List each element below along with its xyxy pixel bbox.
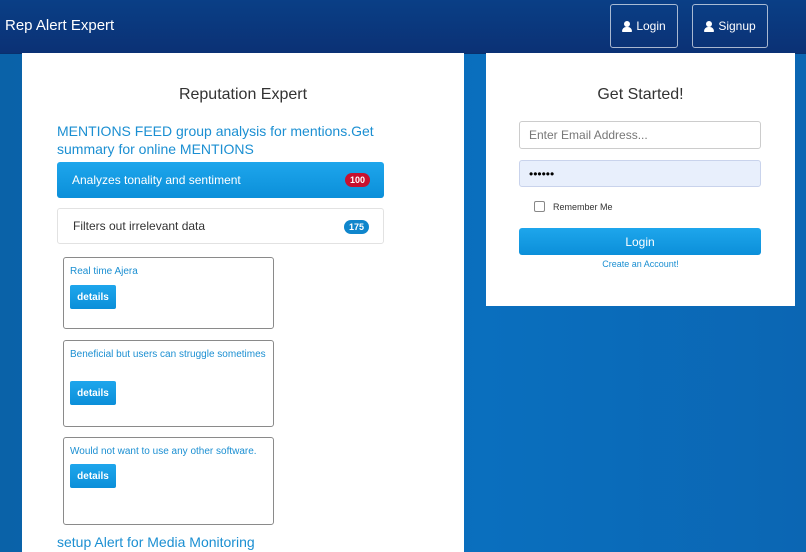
email-input[interactable] [519,121,761,149]
details-button[interactable]: details [70,381,116,405]
remember-checkbox[interactable] [534,201,545,212]
review-card: Would not want to use any other software… [63,437,274,525]
password-input[interactable] [519,160,761,187]
nav-signup-label: Signup [718,19,756,33]
count-badge: 100 [344,173,370,187]
remember-label: Remember Me [553,201,613,212]
remember-me[interactable]: Remember Me [534,201,613,212]
review-card: Beneficial but users can struggle someti… [63,340,274,427]
nav-login-label: Login [636,19,666,33]
feature-item-filters[interactable]: Filters out irrelevant data 175 [57,208,384,244]
user-icon [704,20,715,32]
reputation-panel: Reputation Expert MENTIONS FEED group an… [22,53,464,552]
panel-title: Reputation Expert [178,86,308,103]
nav-login-button[interactable]: Login [610,4,678,48]
brand-title[interactable]: Rep Alert Expert [5,17,114,34]
review-text: Beneficial but users can struggle someti… [70,349,266,360]
review-card: Real time Ajera details [63,257,274,329]
count-badge: 175 [343,220,369,234]
details-button[interactable]: details [70,464,116,488]
nav-signup-button[interactable]: Signup [692,4,768,48]
setup-alert-heading: setup Alert for Media Monitoring [57,534,255,550]
user-icon [622,20,633,32]
review-text: Would not want to use any other software… [70,446,257,457]
details-button[interactable]: details [70,285,116,309]
feature-item-tonality[interactable]: Analyzes tonality and sentiment 100 [57,162,384,198]
create-account-link[interactable]: Create an Account! [486,259,795,269]
review-text: Real time Ajera [70,266,138,277]
get-started-title: Get Started! [597,86,684,103]
feed-heading: MENTIONS FEED group analysis for mention… [57,123,374,157]
login-button[interactable]: Login [519,228,761,255]
feature-label: Filters out irrelevant data [73,219,206,233]
get-started-panel: Get Started! Remember Me Login Create an… [486,53,795,306]
navbar: Rep Alert Expert Login Signup [0,0,806,54]
feature-label: Analyzes tonality and sentiment [72,173,241,187]
